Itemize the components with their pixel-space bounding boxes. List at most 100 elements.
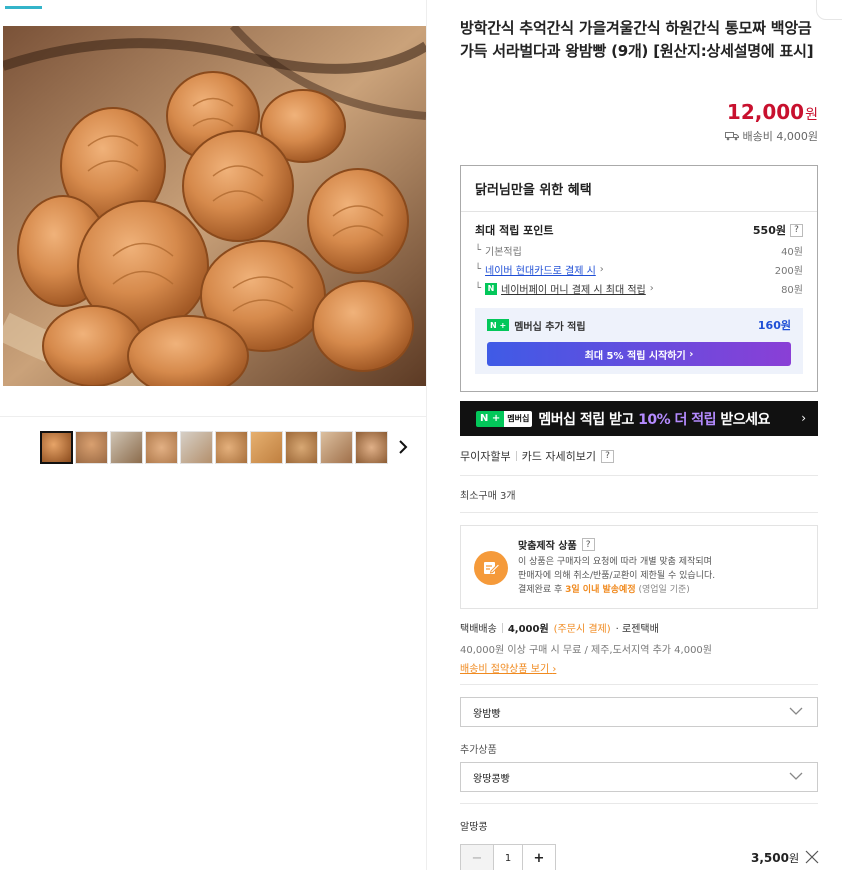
addon-label: 추가상품 xyxy=(460,745,497,756)
points-row-link[interactable]: 네이버페이 머니 결제 시 최대 적립 xyxy=(501,281,646,296)
points-row-card[interactable]: └ 네이버 현대카드로 결제 시 › 200원 xyxy=(461,260,817,279)
divider xyxy=(460,512,818,513)
truck-icon xyxy=(724,132,739,141)
thumbnail-strip xyxy=(40,431,388,464)
thumbnail-2[interactable] xyxy=(75,431,108,464)
delivery-info: 택배배송 4,000원 (주문시 결제) · 로젠택배 40,000원 이상 구매… xyxy=(460,620,712,675)
points-row-value: 80원 xyxy=(781,285,803,296)
price-number: 12,000 xyxy=(726,100,805,124)
quantity-value[interactable]: 1 xyxy=(493,845,523,870)
points-row-link[interactable]: 네이버 현대카드로 결제 시 xyxy=(485,262,596,277)
quantity-stepper: − 1 + xyxy=(460,844,556,870)
addon-select-value: 왕땅콩빵 xyxy=(473,773,510,785)
thumbnail-next-button[interactable] xyxy=(395,436,411,458)
price-unit: 원 xyxy=(805,107,818,123)
thumbnail-1[interactable] xyxy=(40,431,73,464)
banner-text-pre: 멤버십 적립 받고 xyxy=(538,411,639,428)
points-row-label: 기본적립 xyxy=(485,247,522,258)
thumbnail-5[interactable] xyxy=(180,431,213,464)
help-icon[interactable]: ? xyxy=(600,449,614,463)
dispatch-schedule: 3일 이내 발송예정 xyxy=(565,585,636,595)
addon-select[interactable]: 왕땅콩빵 xyxy=(460,762,818,792)
shipping-saving-text: 배송비 절약상품 보기 xyxy=(460,664,550,675)
custom-desc-pre: 결제완료 후 xyxy=(518,585,566,595)
banner-text-post: 받으세요 xyxy=(716,411,770,428)
divider xyxy=(515,451,517,461)
benefit-panel: 닭러님만을 위한 혜택 최대 적립 포인트 550원? └ 기본적립 40원 └ 네… xyxy=(460,165,818,392)
thumbnail-3[interactable] xyxy=(110,431,143,464)
thumbnail-4[interactable] xyxy=(145,431,178,464)
edit-note-icon xyxy=(474,551,508,585)
thumbnail-8[interactable] xyxy=(285,431,318,464)
membership-points-value: 160원 xyxy=(757,319,791,332)
delivery-fee-note: (주문시 결제) xyxy=(553,624,611,635)
start-points-label: 최대 5% 적립 시작하기 xyxy=(584,350,686,362)
max-points-row: 최대 적립 포인트 550원? xyxy=(461,219,817,241)
product-price: 12,000원 xyxy=(727,100,818,124)
custom-desc-line: 판매자에 의해 취소/반품/교환이 제한될 수 있습니다. xyxy=(518,571,716,581)
membership-banner[interactable]: N + 멤버십 멤버십 적립 받고 10% 더 적립 받으세요 › xyxy=(460,401,818,436)
corner-widget[interactable] xyxy=(816,0,842,20)
payment-info: 무이자할부 카드 자세히보기 ? xyxy=(460,448,614,464)
selected-option-name: 알땅콩 xyxy=(460,822,488,833)
delivery-fee: 4,000원 xyxy=(507,624,549,635)
custom-made-notice: 맞춤제작 상품? 이 상품은 구매자의 요청에 따라 개별 맞춤 제작되며 판매… xyxy=(460,525,818,609)
corner-arrow-icon: └ xyxy=(475,264,482,275)
custom-made-title: 맞춤제작 상품? xyxy=(518,537,595,552)
chevron-right-icon: › xyxy=(552,664,557,675)
thumbnail-7[interactable] xyxy=(250,431,283,464)
help-icon[interactable]: ? xyxy=(790,223,803,237)
thumbnail-10[interactable] xyxy=(355,431,388,464)
help-icon[interactable]: ? xyxy=(581,538,595,551)
chevron-right-icon xyxy=(399,440,408,454)
option-price-number: 3,500 xyxy=(751,851,789,865)
banner-text: 멤버십 적립 받고 10% 더 적립 받으세요 xyxy=(538,409,770,429)
custom-desc-line: 이 상품은 구매자의 요청에 따라 개별 맞춤 제작되며 xyxy=(518,557,712,567)
min-order: 최소구매 3개 xyxy=(460,491,516,502)
chevron-right-icon: › xyxy=(689,348,694,360)
membership-points-label: 멤버십 추가 적립 xyxy=(514,321,586,333)
remove-option-button[interactable] xyxy=(805,849,819,864)
naver-plus-icon: N + xyxy=(487,319,510,331)
product-title: 방학간식 추억간식 가을겨울간식 하원간식 통모짜 백앙금 가득 서라벌다과 왕… xyxy=(460,19,814,60)
membership-points-row: N + 멤버십 추가 적립 160원 xyxy=(487,317,791,333)
benefit-heading: 닭러님만을 위한 혜택 xyxy=(461,166,817,212)
start-points-button[interactable]: 최대 5% 적립 시작하기 › xyxy=(487,342,791,366)
decrease-button[interactable]: − xyxy=(461,845,493,870)
thumbnail-6[interactable] xyxy=(215,431,248,464)
free-shipping-condition: 40,000원 이상 구매 시 무료 / 제주,도서지역 추가 4,000원 xyxy=(460,645,712,656)
points-row-value: 200원 xyxy=(774,266,803,277)
points-row-npay[interactable]: └ N 네이버페이 머니 결제 시 최대 적립 › 80원 xyxy=(461,279,817,298)
divider xyxy=(460,684,818,685)
option-select-value: 왕밤빵 xyxy=(473,708,501,720)
chevron-right-icon: › xyxy=(649,283,654,294)
chevron-down-icon xyxy=(789,772,803,780)
badge-membership: 멤버십 xyxy=(504,410,533,427)
close-icon xyxy=(805,850,819,864)
courier: · 로젠택배 xyxy=(615,624,659,635)
installment-label: 무이자할부 xyxy=(460,450,511,463)
corner-arrow-icon: └ xyxy=(475,283,482,294)
custom-desc-post: (영업일 기준) xyxy=(635,585,690,595)
corner-arrow-icon: └ xyxy=(475,245,482,256)
thumbnail-9[interactable] xyxy=(320,431,353,464)
membership-points-box: N + 멤버십 추가 적립 160원 최대 5% 적립 시작하기 › xyxy=(475,308,803,374)
custom-made-description: 이 상품은 구매자의 요청에 따라 개별 맞춤 제작되며 판매자에 의해 취소/… xyxy=(518,555,715,597)
option-select[interactable]: 왕밤빵 xyxy=(460,697,818,727)
shipping-fee-text: 배송비 4,000원 xyxy=(742,130,818,143)
chevron-right-icon: › xyxy=(599,264,604,275)
custom-made-title-text: 맞춤제작 상품 xyxy=(518,541,577,552)
card-details-link[interactable]: 카드 자세히보기 xyxy=(522,448,596,464)
tab-indicator xyxy=(5,6,42,9)
divider xyxy=(501,622,503,633)
product-main-image xyxy=(3,26,426,386)
naverpay-icon: N xyxy=(485,282,498,295)
points-row-basic: └ 기본적립 40원 xyxy=(461,241,817,260)
max-points-value: 550원 xyxy=(752,224,786,237)
points-row-value: 40원 xyxy=(781,247,803,258)
badge-n: N + xyxy=(476,410,505,427)
delivery-method: 택배배송 xyxy=(460,624,497,635)
increase-button[interactable]: + xyxy=(523,845,555,870)
shipping-saving-link[interactable]: 배송비 절약상품 보기 › xyxy=(460,660,712,675)
shipping-fee: 배송비 4,000원 xyxy=(724,128,818,144)
